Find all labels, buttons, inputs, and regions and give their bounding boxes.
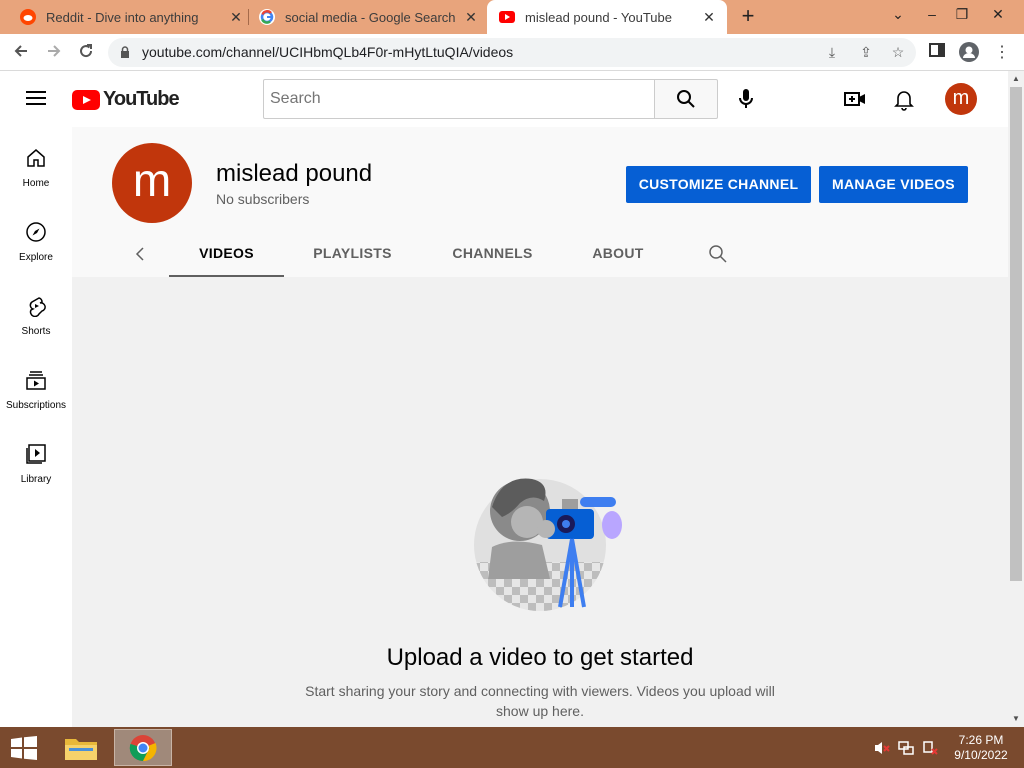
channel-avatar: m — [112, 143, 192, 223]
restore-button[interactable]: ❐ — [952, 4, 972, 24]
close-icon[interactable]: ✕ — [463, 9, 479, 25]
empty-state-title: Upload a video to get started — [386, 644, 694, 671]
upload-illustration — [474, 478, 622, 611]
chevron-left-icon[interactable] — [134, 246, 146, 262]
videos-content-area: Upload a video to get started Start shar… — [72, 277, 1008, 727]
guide-label: Explore — [19, 252, 53, 263]
voice-search-button[interactable] — [728, 81, 764, 117]
tab-playlists[interactable]: PLAYLISTS — [296, 230, 409, 278]
create-video-icon[interactable] — [843, 87, 867, 111]
minimize-button[interactable]: – — [922, 4, 942, 24]
tab-separator — [248, 9, 249, 25]
notifications-bell-icon[interactable] — [892, 87, 916, 111]
channel-tabs: VIDEOS PLAYLISTS CHANNELS ABOUT — [72, 230, 1008, 278]
empty-state-description: Start sharing your story and connecting … — [305, 683, 775, 719]
scroll-down-arrow-icon[interactable]: ▼ — [1008, 711, 1024, 727]
youtube-icon — [499, 11, 515, 23]
guide-label: Subscriptions — [5, 400, 67, 411]
tab-title: mislead pound - YouTube — [525, 9, 672, 25]
home-icon — [27, 149, 45, 167]
guide-item-home[interactable]: Home — [0, 133, 72, 193]
forward-arrow-icon — [48, 45, 61, 57]
guide-item-shorts[interactable]: Shorts — [0, 281, 72, 341]
guide-label: Home — [22, 178, 50, 189]
tab-search-chevron-icon[interactable]: ⌄ — [888, 4, 908, 24]
hamburger-menu-icon[interactable] — [26, 91, 46, 106]
customize-channel-button[interactable]: CUSTOMIZE CHANNEL — [626, 166, 811, 203]
tab-youtube[interactable]: mislead pound - YouTube ✕ — [487, 0, 727, 34]
system-clock[interactable]: 7:26 PM 9/10/2022 — [948, 733, 1014, 763]
folder-icon — [65, 739, 97, 760]
subscriber-count: No subscribers — [216, 191, 310, 207]
search-button[interactable] — [654, 79, 718, 119]
menu-kebab-icon[interactable]: ⋮ — [991, 42, 1013, 64]
tab-reddit[interactable]: Reddit - Dive into anything ✕ — [20, 0, 244, 34]
tab-title: Reddit - Dive into anything — [46, 9, 199, 25]
chrome-icon — [129, 735, 157, 762]
youtube-play-icon — [72, 89, 100, 110]
youtube-logo[interactable]: YouTube — [72, 88, 180, 111]
guide-item-explore[interactable]: Explore — [0, 207, 72, 267]
reload-icon — [80, 44, 93, 58]
browser-tab-strip: Reddit - Dive into anything ✕ social med… — [0, 0, 1024, 34]
tab-channels[interactable]: CHANNELS — [435, 230, 550, 278]
guide-item-library[interactable]: Library — [0, 429, 72, 489]
url-text: youtube.com/channel/UCIHbmQLb4F0r-mHytLt… — [142, 44, 514, 60]
clock-time: 7:26 PM — [958, 733, 1004, 747]
search-box — [263, 79, 655, 119]
tab-google-search[interactable]: social media - Google Search ✕ — [259, 0, 479, 34]
back-button[interactable] — [9, 41, 33, 65]
guide-label: Shorts — [21, 326, 51, 337]
left-guide: Home Explore Shorts Subscriptions Librar… — [0, 127, 72, 727]
channel-search-icon[interactable] — [708, 244, 728, 264]
browser-toolbar: youtube.com/channel/UCIHbmQLb4F0r-mHytLt… — [0, 34, 1024, 71]
file-explorer-button[interactable] — [52, 729, 110, 766]
compass-icon — [26, 222, 46, 242]
manage-videos-button[interactable]: MANAGE VIDEOS — [819, 166, 968, 203]
action-center-icon[interactable] — [922, 740, 938, 756]
forward-button[interactable] — [42, 41, 66, 65]
tab-videos[interactable]: VIDEOS — [169, 230, 284, 278]
new-tab-button[interactable]: + — [737, 5, 759, 28]
clock-date: 9/10/2022 — [954, 748, 1008, 762]
reload-button[interactable] — [74, 41, 98, 65]
address-bar[interactable]: youtube.com/channel/UCIHbmQLb4F0r-mHytLt… — [108, 38, 916, 67]
guide-label: Library — [20, 474, 52, 485]
bookmark-star-icon[interactable]: ☆ — [888, 42, 908, 62]
windows-start-icon[interactable] — [10, 736, 38, 760]
lock-icon — [121, 46, 129, 58]
download-icon[interactable]: ⤓ — [822, 42, 842, 62]
youtube-masthead: YouTube m — [0, 71, 1008, 127]
shorts-icon — [29, 297, 46, 317]
network-icon[interactable] — [898, 740, 914, 756]
close-icon[interactable]: ✕ — [701, 9, 717, 25]
side-panel-icon[interactable] — [926, 42, 948, 64]
search-icon — [677, 90, 695, 108]
tab-about[interactable]: ABOUT — [578, 230, 658, 278]
microphone-icon — [739, 89, 753, 108]
close-icon[interactable]: ✕ — [228, 9, 244, 25]
window-close-button[interactable]: ✕ — [988, 4, 1008, 24]
logo-text: YouTube — [103, 88, 180, 110]
chrome-taskbar-button[interactable] — [114, 729, 172, 766]
volume-muted-icon[interactable] — [874, 740, 890, 756]
tab-title: social media - Google Search — [285, 9, 456, 25]
channel-name: mislead pound — [216, 160, 373, 187]
account-avatar[interactable]: m — [945, 83, 977, 115]
windows-taskbar: 7:26 PM 9/10/2022 — [0, 727, 1024, 768]
share-icon[interactable]: ⇪ — [856, 42, 876, 62]
google-icon — [259, 9, 275, 25]
scrollbar-thumb[interactable] — [1010, 87, 1022, 581]
scroll-up-arrow-icon[interactable]: ▲ — [1008, 71, 1024, 87]
subscriptions-icon — [26, 371, 46, 390]
guide-item-subscriptions[interactable]: Subscriptions — [0, 355, 72, 415]
channel-header: m mislead pound No subscribers CUSTOMIZE… — [72, 127, 1008, 278]
profile-icon[interactable] — [958, 42, 980, 64]
library-icon — [26, 444, 46, 464]
back-arrow-icon — [14, 45, 27, 57]
reddit-icon — [20, 9, 36, 25]
search-input[interactable] — [264, 80, 654, 118]
